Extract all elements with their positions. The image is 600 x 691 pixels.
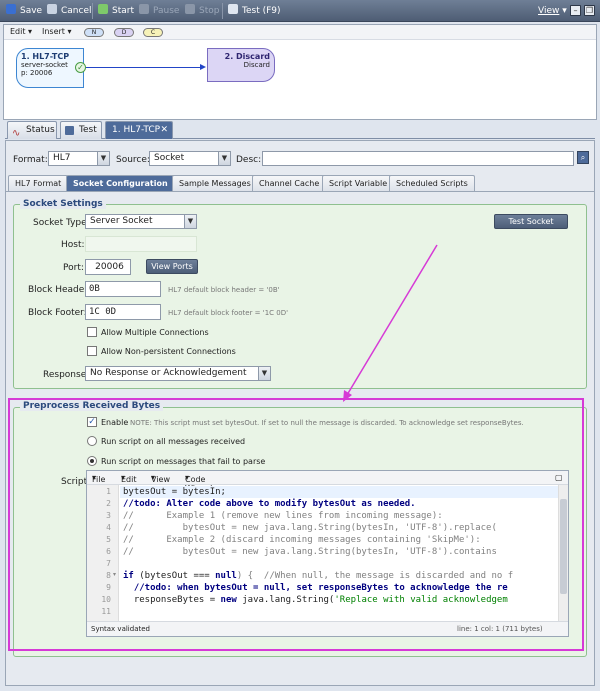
annotation-arrow-line bbox=[346, 244, 438, 396]
annotation-highlight-box bbox=[8, 398, 584, 651]
annotation-overlay bbox=[8, 244, 584, 651]
annotation-arrow-head bbox=[343, 390, 352, 402]
